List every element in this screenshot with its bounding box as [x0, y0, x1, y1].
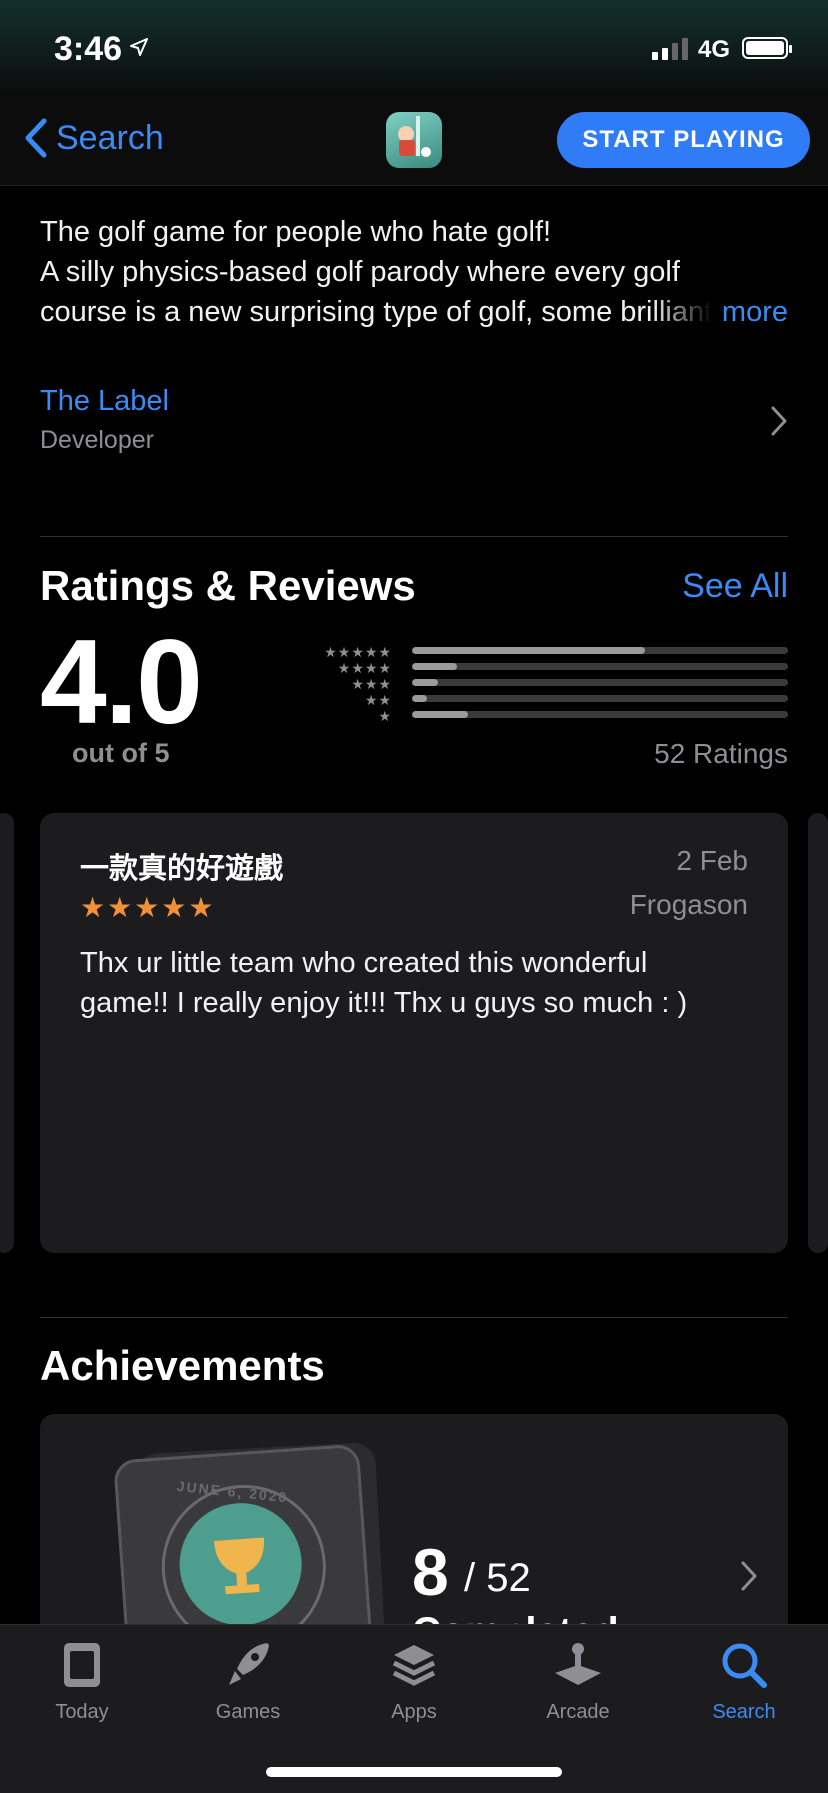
- chevron-right-icon: [741, 1561, 757, 1591]
- star-level-label: ★★★★: [337, 660, 392, 676]
- trophy-icon: [213, 1537, 264, 1595]
- review-title: 一款真的好遊戲: [80, 853, 284, 885]
- rating-bar-fill: [412, 711, 469, 718]
- rating-scale-label: out of 5: [72, 738, 170, 768]
- tab-label: Games: [215, 1701, 281, 1723]
- ratings-count: 52 Ratings: [654, 738, 788, 769]
- rating-bar-fill: [412, 663, 458, 670]
- see-all-link[interactable]: See All: [682, 567, 788, 606]
- review-body: Thx ur little team who created this wond…: [80, 947, 688, 1019]
- nav-bar: Search START PLAYING: [0, 100, 828, 186]
- rating-bar: [412, 679, 788, 686]
- achievements-card[interactable]: JUNE 6, 2020 8 / 52 Completed: [40, 1414, 788, 1634]
- home-indicator: [266, 1767, 562, 1777]
- star-level-label: ★★★: [351, 676, 392, 692]
- tab-label: Apps: [391, 1701, 437, 1723]
- network-type: 4G: [698, 36, 731, 63]
- chevron-right-icon: [771, 406, 787, 436]
- star-level-label: ★★★★★: [324, 644, 392, 660]
- today-icon: [64, 1643, 100, 1687]
- app-icon: [386, 112, 442, 168]
- chevron-left-icon: [25, 118, 47, 158]
- developer-row[interactable]: The Label Developer: [40, 385, 788, 465]
- rating-bar: [412, 647, 788, 654]
- achievements-completed: 8: [412, 1535, 449, 1609]
- tab-label: Arcade: [546, 1701, 610, 1723]
- layers-icon: [392, 1645, 436, 1686]
- tab-label: Today: [55, 1701, 109, 1723]
- star-level-label: ★★: [364, 692, 392, 708]
- start-playing-button[interactable]: START PLAYING: [557, 112, 810, 168]
- rating-bar: [412, 695, 788, 702]
- tab-games[interactable]: Games: [188, 1639, 308, 1724]
- tab-arcade[interactable]: Arcade: [518, 1639, 638, 1724]
- star-level-label: ★: [378, 708, 392, 724]
- developer-role: Developer: [40, 426, 154, 454]
- location-arrow-icon: [130, 38, 148, 56]
- achievements-total: / 52: [464, 1556, 531, 1600]
- description-line: A silly physics-based golf parody where …: [40, 256, 680, 288]
- achievement-badge: JUNE 6, 2020: [113, 1443, 373, 1634]
- review-card[interactable]: 一款真的好遊戲 ★★★★★ 2 Feb Frogason Thx ur litt…: [40, 813, 788, 1253]
- tab-label: Search: [712, 1701, 776, 1723]
- next-review-card[interactable]: [808, 813, 828, 1253]
- tab-apps[interactable]: Apps: [354, 1639, 474, 1724]
- star-level-labels: ★★★★★ ★★★★ ★★★ ★★ ★: [300, 644, 392, 724]
- clock: 3:46: [54, 30, 123, 68]
- review-date: 2 Feb: [676, 845, 748, 876]
- back-label: Search: [56, 118, 164, 157]
- rating-bar: [412, 663, 788, 670]
- rating-bar-fill: [412, 647, 646, 654]
- developer-name: The Label: [40, 385, 169, 417]
- tab-search[interactable]: Search: [684, 1639, 804, 1724]
- divider: [40, 1317, 788, 1318]
- tab-today[interactable]: Today: [22, 1639, 142, 1724]
- joystick-icon: [555, 1643, 601, 1685]
- review-author: Frogason: [629, 889, 748, 920]
- rating-bar-fill: [412, 695, 428, 702]
- status-bar: 3:46 4G: [0, 0, 828, 100]
- divider: [40, 536, 788, 537]
- cellular-signal-icon: [652, 38, 688, 60]
- rating-bar: [412, 711, 788, 718]
- rating-distribution: [412, 647, 788, 727]
- previous-review-card[interactable]: [0, 813, 14, 1253]
- ratings-heading: Ratings & Reviews: [40, 562, 416, 609]
- back-button[interactable]: Search: [24, 118, 164, 158]
- rocket-icon: [229, 1643, 269, 1685]
- search-icon: [722, 1643, 767, 1688]
- average-rating: 4.0: [40, 615, 203, 749]
- achievements-heading: Achievements: [40, 1342, 325, 1389]
- review-stars: ★★★★★: [80, 892, 216, 923]
- rating-bar-fill: [412, 679, 439, 686]
- battery-icon: [742, 37, 792, 59]
- description-line: The golf game for people who hate golf!: [40, 216, 552, 248]
- description-line: course is a new surprising type of golf,…: [40, 296, 713, 328]
- app-description: The golf game for people who hate golf! …: [40, 212, 788, 332]
- more-link[interactable]: more: [651, 292, 788, 332]
